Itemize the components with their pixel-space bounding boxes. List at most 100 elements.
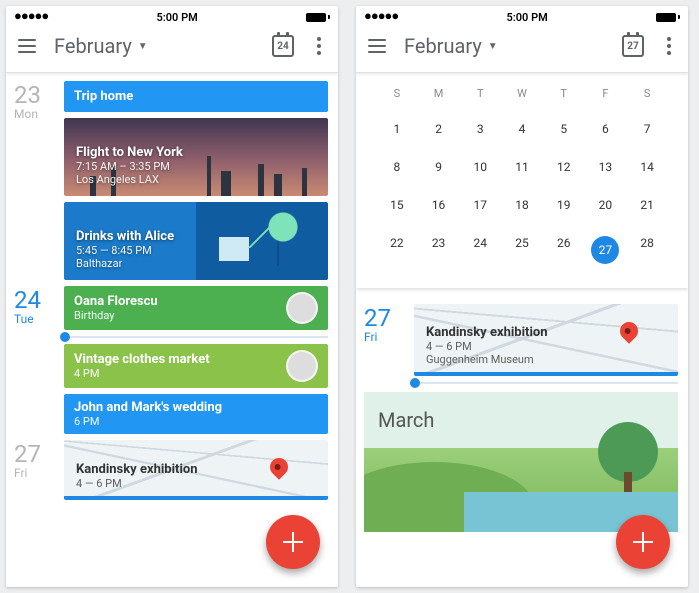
- calendar-day[interactable]: 5: [543, 110, 585, 148]
- calendar-day[interactable]: 10: [459, 148, 501, 186]
- create-event-fab[interactable]: [616, 515, 670, 569]
- event-time: 6 PM: [74, 415, 318, 428]
- weekday-label: W: [501, 81, 543, 110]
- next-month-label: March: [378, 408, 434, 432]
- date-label: 27Fri: [14, 440, 54, 500]
- status-time: 5:00 PM: [506, 11, 547, 24]
- event-title: Trip home: [74, 89, 133, 104]
- signal-dots-icon: ●●●●●: [364, 13, 398, 21]
- event-title: John and Mark's wedding: [74, 400, 318, 415]
- calendar-day[interactable]: 24: [459, 224, 501, 276]
- event-card-map[interactable]: Kandinsky exhibition4 — 6 PM: [64, 440, 328, 500]
- day-row: Vintage clothes market4 PM John and Mark'…: [14, 344, 328, 434]
- calendar-day[interactable]: 21: [626, 186, 668, 224]
- date-label: 27 Fri: [364, 304, 404, 376]
- calendar-day[interactable]: 1: [376, 110, 418, 148]
- calendar-day[interactable]: 8: [376, 148, 418, 186]
- event-time: 7:15 AM – 3:35 PM: [76, 160, 316, 173]
- day-row: 27FriKandinsky exhibition4 — 6 PM: [14, 440, 328, 500]
- calendar-day[interactable]: 23: [418, 224, 460, 276]
- calendar-day[interactable]: 16: [418, 186, 460, 224]
- date-label: 24Tue: [14, 286, 54, 330]
- event-title: Kandinsky exhibition: [426, 325, 666, 340]
- overflow-menu-icon[interactable]: [312, 37, 326, 55]
- calendar-day[interactable]: 19: [543, 186, 585, 224]
- battery-icon: [656, 13, 680, 22]
- signal-dots-icon: ●●●●●: [14, 13, 48, 21]
- month-picker[interactable]: February ▼: [54, 34, 254, 58]
- calendar-day[interactable]: 22: [376, 224, 418, 276]
- status-time: 5:00 PM: [156, 11, 197, 24]
- event-chip[interactable]: Trip home: [64, 81, 328, 112]
- today-button[interactable]: 27: [622, 35, 644, 57]
- event-time: 5:45 — 8:45 PM: [76, 244, 316, 257]
- weekday-label: F: [585, 81, 627, 110]
- event-card-image[interactable]: Drinks with Alice5:45 — 8:45 PMBalthazar: [64, 202, 328, 280]
- date-label: 23Mon: [14, 81, 54, 280]
- hamburger-icon[interactable]: [368, 39, 386, 53]
- event-time: 4 — 6 PM: [426, 340, 666, 353]
- calendar-day[interactable]: 17: [459, 186, 501, 224]
- weekday-label: T: [543, 81, 585, 110]
- calendar-day[interactable]: 2: [418, 110, 460, 148]
- event-place: Balthazar: [76, 257, 316, 270]
- overflow-menu-icon[interactable]: [662, 37, 676, 55]
- calendar-day[interactable]: 11: [501, 148, 543, 186]
- phone-month: ●●●●● 5:00 PM February ▼ 27 SMTWTFS12345…: [356, 6, 688, 587]
- calendar-day[interactable]: 3: [459, 110, 501, 148]
- calendar-day[interactable]: 4: [501, 110, 543, 148]
- event-card-image[interactable]: Flight to New York7:15 AM – 3:35 PMLos A…: [64, 118, 328, 196]
- weekday-label: M: [418, 81, 460, 110]
- status-bar: ●●●●● 5:00 PM: [6, 6, 338, 24]
- event-title: Flight to New York: [76, 145, 316, 160]
- weekday-label: T: [459, 81, 501, 110]
- calendar-day[interactable]: 18: [501, 186, 543, 224]
- now-indicator: [14, 336, 328, 338]
- calendar-day[interactable]: 26: [543, 224, 585, 276]
- calendar-day[interactable]: 25: [501, 224, 543, 276]
- calendar-day[interactable]: 12: [543, 148, 585, 186]
- calendar-day[interactable]: 15: [376, 186, 418, 224]
- event-place: Guggenheim Museum: [426, 353, 666, 366]
- event-time: 4 — 6 PM: [76, 477, 316, 490]
- calendar-day[interactable]: 13: [585, 148, 627, 186]
- calendar-day[interactable]: 20: [585, 186, 627, 224]
- event-title: Vintage clothes market: [74, 352, 210, 367]
- calendar-day[interactable]: 14: [626, 148, 668, 186]
- create-event-fab[interactable]: [266, 515, 320, 569]
- month-grid[interactable]: SMTWTFS123456789101112131415161718192021…: [356, 73, 688, 288]
- chevron-down-icon: ▼: [138, 41, 148, 52]
- event-title: Drinks with Alice: [76, 229, 316, 244]
- calendar-day[interactable]: 27: [585, 224, 627, 276]
- weekday-label: S: [376, 81, 418, 110]
- event-chip[interactable]: Oana FlorescuBirthday: [64, 286, 328, 330]
- event-chip[interactable]: Vintage clothes market4 PM: [64, 344, 328, 388]
- event-title: Kandinsky exhibition: [76, 462, 316, 477]
- today-button[interactable]: 24: [272, 35, 294, 57]
- event-title: Oana Florescu: [74, 294, 158, 309]
- event-sub: 4 PM: [74, 367, 210, 380]
- now-indicator: [364, 382, 678, 384]
- battery-icon: [306, 13, 330, 22]
- calendar-day[interactable]: 6: [585, 110, 627, 148]
- chevron-down-icon: ▼: [488, 41, 498, 52]
- day-row: 23Mon Trip home Flight to New York7:15 AM …: [14, 81, 328, 280]
- calendar-day[interactable]: 28: [626, 224, 668, 276]
- avatar: [286, 292, 318, 324]
- hamburger-icon[interactable]: [18, 39, 36, 53]
- app-bar: February ▼ 24: [6, 24, 338, 73]
- event-card-map[interactable]: Kandinsky exhibition 4 — 6 PM Guggenheim…: [414, 304, 678, 376]
- app-bar: February ▼ 27: [356, 24, 688, 73]
- calendar-day[interactable]: 7: [626, 110, 668, 148]
- event-place: Los Angeles LAX: [76, 173, 316, 186]
- day-row: 24TueOana FlorescuBirthday: [14, 286, 328, 330]
- month-picker[interactable]: February ▼: [404, 34, 604, 58]
- agenda-scroll[interactable]: 23Mon Trip home Flight to New York7:15 AM …: [6, 73, 338, 587]
- event-chip[interactable]: John and Mark's wedding6 PM: [64, 394, 328, 434]
- day-row: 27 Fri Kandinsky exhibition 4 — 6 PM Gug…: [364, 304, 678, 376]
- month-title: February: [54, 34, 132, 58]
- event-sub: Birthday: [74, 309, 158, 322]
- weekday-label: S: [626, 81, 668, 110]
- calendar-day[interactable]: 9: [418, 148, 460, 186]
- phone-agenda: ●●●●● 5:00 PM February ▼ 24 23Mon Trip ho…: [6, 6, 338, 587]
